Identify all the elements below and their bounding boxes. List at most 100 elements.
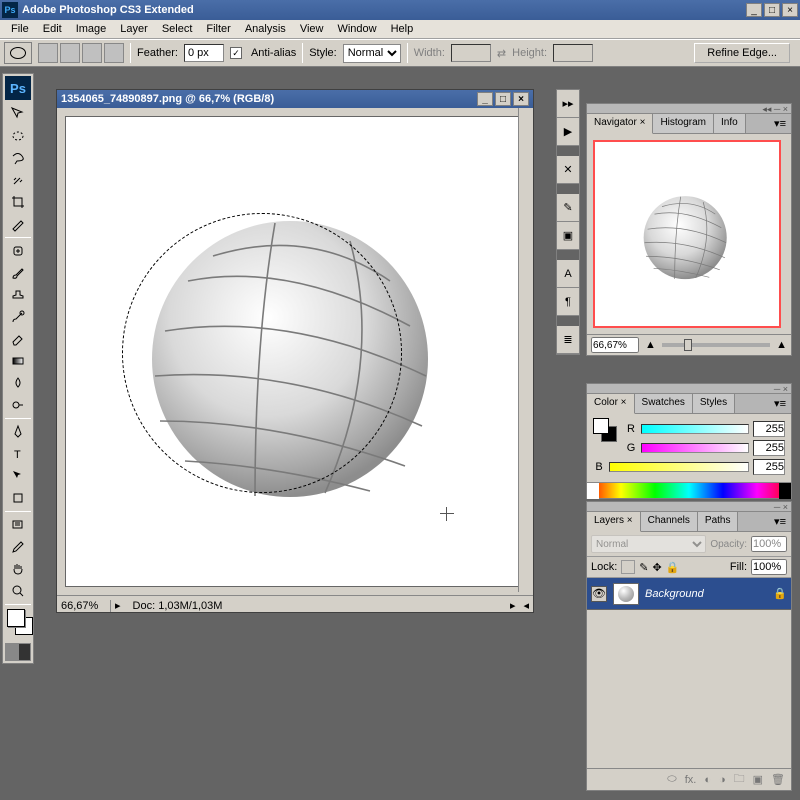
delete-icon[interactable]: 🗑 — [771, 773, 785, 786]
document-titlebar[interactable]: 1354065_74890897.png @ 66,7% (RGB/8) _ □… — [57, 90, 533, 108]
color-swatches[interactable] — [5, 607, 31, 643]
style-select[interactable]: Normal — [343, 44, 401, 63]
tab-color[interactable]: Color — [587, 394, 635, 414]
tab-navigator[interactable]: Navigator — [587, 114, 653, 134]
r-slider[interactable] — [641, 424, 749, 434]
zoom-tool[interactable] — [5, 580, 31, 602]
eraser-tool[interactable] — [5, 328, 31, 350]
b-input[interactable] — [753, 459, 785, 475]
refine-edge-button[interactable]: Refine Edge... — [694, 43, 790, 63]
blend-mode-select[interactable]: Normal — [591, 535, 706, 553]
panel-menu-icon[interactable]: ▾≡ — [769, 512, 791, 531]
panel-grip[interactable]: ◂◂ ─ × — [587, 104, 791, 114]
menu-window[interactable]: Window — [330, 21, 383, 37]
eyedropper-tool[interactable] — [5, 536, 31, 558]
blur-tool[interactable] — [5, 372, 31, 394]
canvas[interactable] — [65, 116, 527, 587]
marquee-tool[interactable] — [5, 125, 31, 147]
tab-channels[interactable]: Channels — [641, 512, 698, 531]
foreground-color[interactable] — [7, 609, 25, 627]
menu-select[interactable]: Select — [155, 21, 200, 37]
dock-expand-icon[interactable]: ▸▸ — [557, 90, 579, 118]
dock-character-icon[interactable]: A — [557, 260, 579, 288]
menu-file[interactable]: File — [4, 21, 36, 37]
visibility-icon[interactable]: 👁 — [591, 586, 607, 602]
gradient-tool[interactable] — [5, 350, 31, 372]
feather-input[interactable] — [184, 44, 224, 62]
layer-name[interactable]: Background — [645, 588, 704, 600]
panel-menu-icon[interactable]: ▾≡ — [769, 114, 791, 133]
lock-all-icon[interactable]: 🔒 — [666, 561, 680, 574]
antialias-checkbox[interactable]: ✓ — [230, 47, 242, 59]
color-ramp[interactable] — [587, 482, 791, 498]
panel-grip[interactable]: ─ × — [587, 502, 791, 512]
minimize-button[interactable]: _ — [746, 3, 762, 17]
g-slider[interactable] — [641, 443, 749, 453]
dock-tools-icon[interactable]: ✕ — [557, 156, 579, 184]
tab-info[interactable]: Info — [714, 114, 746, 133]
lasso-tool[interactable] — [5, 147, 31, 169]
doc-minimize-button[interactable]: _ — [477, 92, 493, 106]
tab-swatches[interactable]: Swatches — [635, 394, 693, 413]
lock-position-icon[interactable]: ✥ — [653, 561, 662, 574]
group-icon[interactable]: 🗀 — [734, 770, 745, 789]
lock-transparent-icon[interactable] — [621, 560, 635, 574]
tab-histogram[interactable]: Histogram — [653, 114, 714, 133]
stamp-tool[interactable] — [5, 284, 31, 306]
close-button[interactable]: × — [782, 3, 798, 17]
navigator-preview[interactable] — [593, 140, 781, 328]
fx-icon[interactable]: fx. — [685, 774, 697, 786]
opacity-input[interactable] — [751, 536, 787, 552]
g-input[interactable] — [753, 440, 785, 456]
type-tool[interactable]: T — [5, 443, 31, 465]
lock-pixels-icon[interactable]: ✎ — [639, 561, 648, 574]
zoom-in-icon[interactable]: ▲ — [776, 339, 787, 351]
doc-close-button[interactable]: × — [513, 92, 529, 106]
zoom-readout[interactable]: 66,67% — [57, 600, 111, 612]
link-icon[interactable]: ⬭ — [667, 773, 676, 786]
notes-tool[interactable] — [5, 514, 31, 536]
dodge-tool[interactable] — [5, 394, 31, 416]
brush-tool[interactable] — [5, 262, 31, 284]
current-tool-preview[interactable] — [4, 42, 32, 64]
fill-input[interactable] — [751, 559, 787, 575]
new-layer-icon[interactable]: ▣ — [753, 773, 763, 786]
dock-clone-icon[interactable]: ▣ — [557, 222, 579, 250]
dock-brush-icon[interactable]: ✎ — [557, 194, 579, 222]
tab-paths[interactable]: Paths — [698, 512, 739, 531]
layer-row[interactable]: 👁 Background 🔒 — [587, 578, 791, 610]
tab-layers[interactable]: Layers — [587, 512, 641, 532]
zoom-out-icon[interactable]: ▲ — [645, 339, 656, 351]
b-slider[interactable] — [609, 462, 749, 472]
crop-tool[interactable] — [5, 191, 31, 213]
slice-tool[interactable] — [5, 213, 31, 235]
doc-maximize-button[interactable]: □ — [495, 92, 511, 106]
dock-file-icon[interactable]: ≣ — [557, 326, 579, 354]
panel-grip[interactable]: ─ × — [587, 384, 791, 394]
color-fg-bg-swatch[interactable] — [593, 418, 619, 444]
r-input[interactable] — [753, 421, 785, 437]
menu-image[interactable]: Image — [69, 21, 114, 37]
menu-edit[interactable]: Edit — [36, 21, 69, 37]
menu-layer[interactable]: Layer — [113, 21, 155, 37]
adjustment-icon[interactable]: ◑ — [719, 774, 726, 786]
menu-analysis[interactable]: Analysis — [238, 21, 293, 37]
vertical-scrollbar[interactable] — [518, 108, 533, 592]
heal-tool[interactable] — [5, 240, 31, 262]
layer-thumbnail[interactable] — [613, 583, 639, 605]
selection-mode-icons[interactable] — [38, 43, 124, 63]
history-brush-tool[interactable] — [5, 306, 31, 328]
menu-filter[interactable]: Filter — [199, 21, 237, 37]
tab-styles[interactable]: Styles — [693, 394, 735, 413]
menu-view[interactable]: View — [293, 21, 331, 37]
dock-paragraph-icon[interactable]: ¶ — [557, 288, 579, 316]
hand-tool[interactable] — [5, 558, 31, 580]
path-select-tool[interactable] — [5, 465, 31, 487]
maximize-button[interactable]: □ — [764, 3, 780, 17]
navigator-zoom-input[interactable] — [591, 337, 639, 353]
dock-play-icon[interactable]: ▶ — [557, 118, 579, 146]
shape-tool[interactable] — [5, 487, 31, 509]
wand-tool[interactable] — [5, 169, 31, 191]
move-tool[interactable] — [5, 103, 31, 125]
pen-tool[interactable] — [5, 421, 31, 443]
